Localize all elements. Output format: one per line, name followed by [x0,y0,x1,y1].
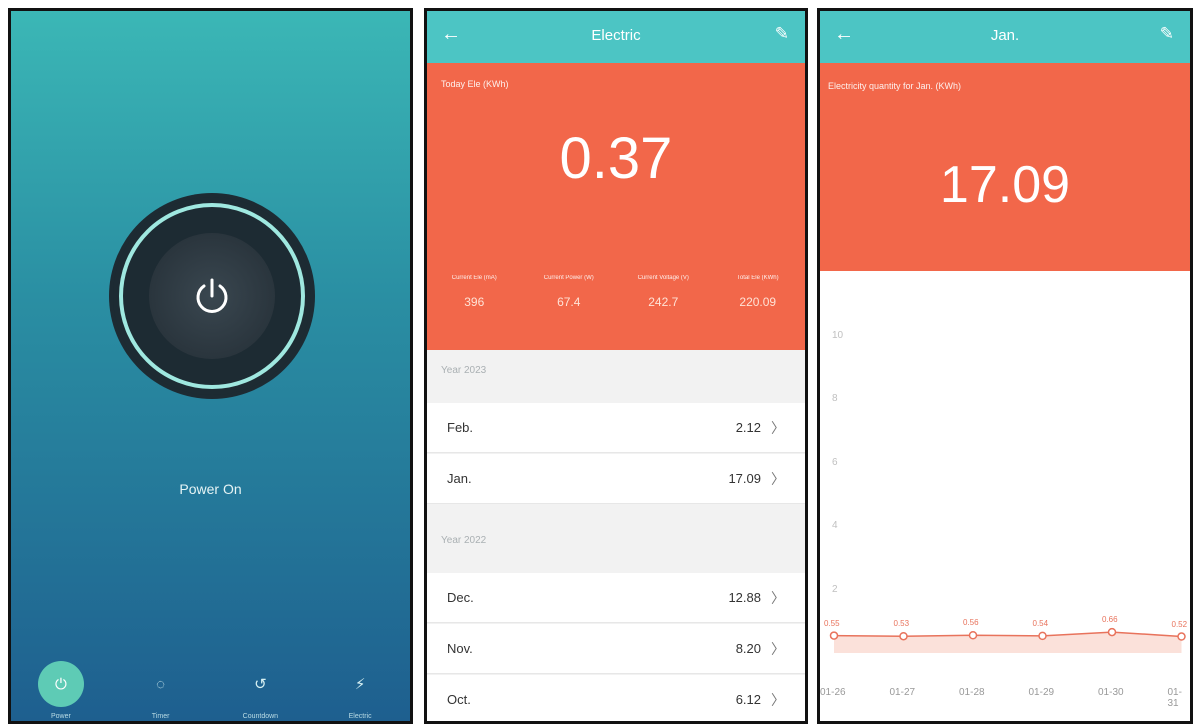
month-label: Nov. [447,641,473,656]
data-label: 0.66 [1102,615,1118,625]
page-title: Electric [591,27,641,44]
month-value: 12.88 [728,590,761,605]
x-tick-label: 01-28 [959,687,985,698]
data-label: 0.56 [963,618,979,628]
data-label: 0.52 [1171,619,1188,629]
y-tick-label: 4 [832,520,838,532]
chevron-right-icon: 〉 [771,691,785,708]
power-status-label: Power On [179,481,242,497]
chevron-right-icon: 〉 [771,419,785,436]
power-screen: Power On ⏻ Power ◌ Timer ↺ Countdown ⚡ E… [8,8,413,724]
stat-total: Total Ele (KWh) 220.09 [711,275,806,309]
month-value: 8.20 [735,641,761,656]
x-tick-label: 01-26 [820,687,846,698]
tab-countdown[interactable]: ↺ Countdown [211,653,311,721]
bolt-icon: ⚡ [354,676,366,693]
today-caption: Today Ele (KWh) [441,79,509,89]
month-row-oct[interactable]: Oct. 6.12 〉 [427,675,805,721]
data-point [899,631,908,641]
data-point [1038,631,1047,641]
data-point [829,631,839,640]
month-row-dec[interactable]: Dec. 12.88 〉 [427,573,805,623]
stat-value: 242.7 [648,295,679,309]
month-row-feb[interactable]: Feb. 2.12 〉 [427,403,805,453]
chevron-right-icon: 〉 [771,589,785,606]
today-value: 0.37 [559,126,673,191]
data-label: 0.53 [893,619,910,629]
month-value: 2.12 [735,420,761,435]
year-header: Year 2022 [441,535,487,546]
data-point [968,630,978,640]
header-bar: ← Electric ✎ [427,11,805,63]
power-icon [196,278,228,313]
today-summary: Today Ele (KWh) 0.37 Current Ele (mA) 39… [427,63,805,350]
tab-label: Power [50,713,71,720]
data-label: 0.54 [1032,618,1049,628]
y-tick-label: 10 [832,330,844,341]
chevron-right-icon: 〉 [771,470,785,487]
data-label: 0.55 [824,618,840,628]
month-row-jan[interactable]: Jan. 17.09 〉 [427,454,805,504]
tab-label: Countdown [242,713,279,720]
month-value: 17.09 [728,471,761,486]
tab-label: Timer [151,713,170,720]
month-label: Jan. [447,471,472,486]
month-label: Dec. [447,590,474,605]
month-label: Feb. [447,420,474,435]
stat-label: Current Voltage (V) [637,275,689,281]
x-tick-label: 01-27 [889,687,916,698]
bottom-tab-bar: ⏻ Power ◌ Timer ↺ Countdown ⚡ Electric [11,653,410,721]
x-tick-label: 01-29 [1028,687,1055,698]
stat-label: Current Power (W) [543,275,594,281]
stat-power: Current Power (W) 67.4 [522,275,617,309]
stat-current: Current Ele (mA) 396 [427,275,522,309]
stat-value: 396 [464,295,485,309]
power-icon: ⏻ [37,661,84,707]
power-toggle-button[interactable] [113,197,311,395]
stat-value: 220.09 [739,295,777,309]
x-tick-label: 01-30 [1098,687,1124,698]
month-row-nov[interactable]: Nov. 8.20 〉 [427,624,805,674]
tab-power[interactable]: ⏻ Power [11,653,111,721]
y-tick-label: 6 [832,456,838,468]
edit-icon[interactable]: ✎ [775,24,789,44]
stat-value: 67.4 [557,295,581,309]
data-point [1107,627,1117,637]
month-detail-screen: ← Jan. ✎ Electricity quantity for Jan. (… [817,8,1193,724]
month-value: 6.12 [735,692,761,707]
chevron-right-icon: 〉 [771,640,785,657]
stat-label: Current Ele (mA) [451,275,497,281]
tab-timer[interactable]: ◌ Timer [111,653,211,721]
tab-electric[interactable]: ⚡ Electric [310,653,410,721]
stats-row: Current Ele (mA) 396 Current Power (W) 6… [427,275,805,309]
stat-label: Total Ele (KWh) [736,275,779,281]
timer-icon: ◌ [156,675,166,693]
tab-label: Electric [348,713,372,720]
y-tick-label: 2 [832,583,838,595]
countdown-icon: ↺ [254,676,267,693]
stat-voltage: Current Voltage (V) 242.7 [616,275,711,309]
power-button-face [149,233,275,359]
x-tick-label: 01-31 [1167,687,1182,709]
data-point [1177,632,1186,641]
electric-screen: ← Electric ✎ Today Ele (KWh) 0.37 Curren… [424,8,808,724]
y-tick-label: 8 [832,393,838,405]
chart-svg [829,627,1186,653]
year-header: Year 2023 [441,365,487,376]
month-label: Oct. [447,692,471,707]
